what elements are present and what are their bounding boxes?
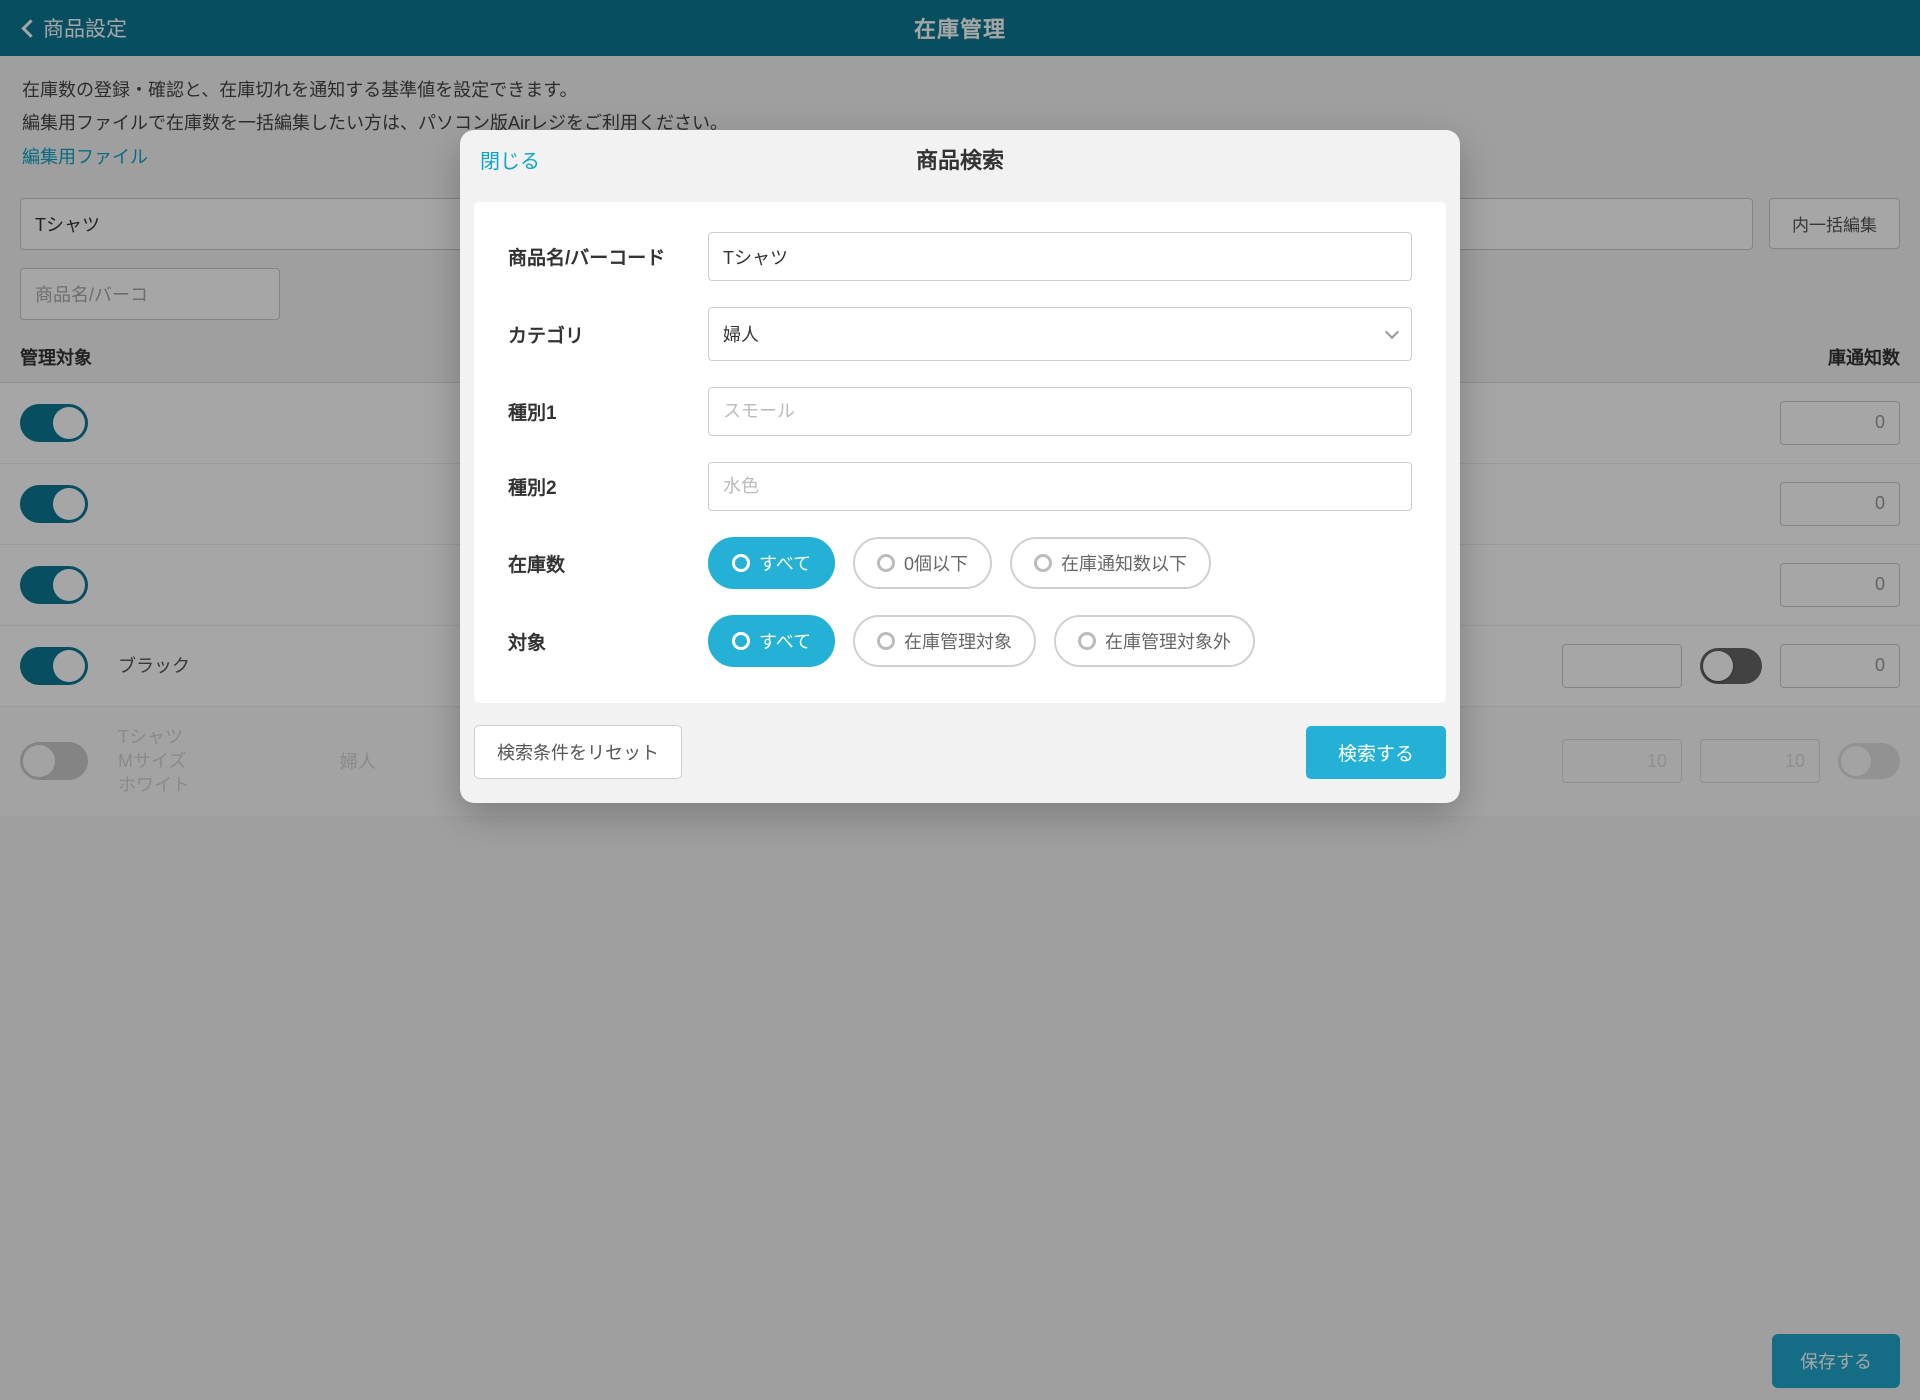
stock-option-all[interactable]: すべて <box>708 537 835 589</box>
category-select-value: 婦人 <box>723 321 759 347</box>
field-category: カテゴリ 婦人 <box>508 307 1412 361</box>
stock-option-zero[interactable]: 0個以下 <box>853 537 992 589</box>
type1-input[interactable] <box>708 387 1412 436</box>
radio-icon <box>732 554 750 572</box>
modal-close-button[interactable]: 閉じる <box>480 145 540 174</box>
category-select[interactable]: 婦人 <box>708 307 1412 361</box>
chevron-down-icon <box>1385 325 1399 339</box>
target-option-all[interactable]: すべて <box>708 615 835 667</box>
modal-footer: 検索条件をリセット 検索する <box>460 703 1460 803</box>
modal-title: 商品検索 <box>916 143 1004 175</box>
modal-overlay[interactable]: 閉じる 商品検索 商品名/バーコード カテゴリ 婦人 <box>0 0 1920 1400</box>
modal-body: 商品名/バーコード カテゴリ 婦人 種別1 <box>474 202 1446 703</box>
radio-icon <box>1034 554 1052 572</box>
radio-icon <box>877 632 895 650</box>
reset-button[interactable]: 検索条件をリセット <box>474 725 682 779</box>
field-name-label: 商品名/バーコード <box>508 243 708 270</box>
stock-option-notify-label: 在庫通知数以下 <box>1061 550 1187 576</box>
field-target: 対象 すべて 在庫管理対象 在庫管理対象外 <box>508 615 1412 667</box>
target-option-managed-label: 在庫管理対象 <box>904 628 1012 654</box>
field-stock-label: 在庫数 <box>508 550 708 577</box>
field-category-label: カテゴリ <box>508 321 708 348</box>
modal-header: 閉じる 商品検索 <box>460 130 1460 188</box>
target-option-managed[interactable]: 在庫管理対象 <box>853 615 1036 667</box>
radio-icon <box>877 554 895 572</box>
stock-option-notify[interactable]: 在庫通知数以下 <box>1010 537 1211 589</box>
stock-option-zero-label: 0個以下 <box>904 550 968 576</box>
field-stock: 在庫数 すべて 0個以下 在庫通知数以下 <box>508 537 1412 589</box>
stock-option-all-label: すべて <box>759 550 811 576</box>
field-type2-label: 種別2 <box>508 473 708 500</box>
radio-icon <box>732 632 750 650</box>
radio-icon <box>1078 632 1096 650</box>
search-modal: 閉じる 商品検索 商品名/バーコード カテゴリ 婦人 <box>460 130 1460 803</box>
type2-input[interactable] <box>708 462 1412 511</box>
target-option-unmanaged[interactable]: 在庫管理対象外 <box>1054 615 1255 667</box>
field-name: 商品名/バーコード <box>508 232 1412 281</box>
field-type1: 種別1 <box>508 387 1412 436</box>
product-name-input[interactable] <box>708 232 1412 281</box>
search-button[interactable]: 検索する <box>1306 726 1446 779</box>
field-target-label: 対象 <box>508 628 708 655</box>
target-option-all-label: すべて <box>759 628 811 654</box>
field-type2: 種別2 <box>508 462 1412 511</box>
field-type1-label: 種別1 <box>508 398 708 425</box>
target-option-unmanaged-label: 在庫管理対象外 <box>1105 628 1231 654</box>
